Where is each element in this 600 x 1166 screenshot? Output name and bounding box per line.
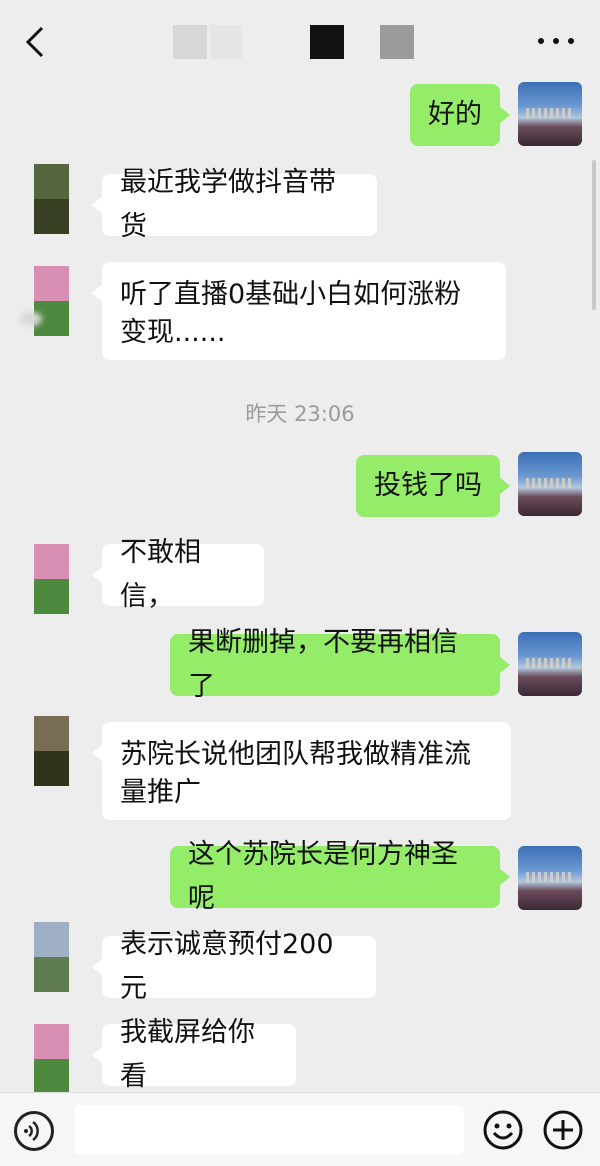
emoji-button[interactable]	[482, 1109, 524, 1151]
avatar-bottom	[34, 957, 69, 992]
avatar[interactable]	[518, 82, 582, 146]
avatar[interactable]	[518, 632, 582, 696]
chat-title-redacted	[170, 24, 420, 60]
message-text: 好的	[428, 99, 482, 130]
redaction-block	[310, 25, 344, 59]
more-button[interactable]	[536, 30, 576, 52]
message-bubble-incoming[interactable]: 听了直播0基础小白如何涨粉变现......	[92, 262, 506, 360]
redaction-block	[210, 25, 242, 59]
voice-button[interactable]	[14, 1111, 54, 1151]
avatar-top	[34, 164, 69, 199]
avatar-bottom	[34, 1059, 69, 1094]
message-bubble-outgoing[interactable]: 果断删掉，不要再相信了	[170, 627, 510, 702]
message-text: 表示诚意预付200元	[120, 929, 334, 1004]
avatar-photo	[518, 452, 582, 516]
back-button[interactable]	[20, 24, 50, 60]
input-bar	[0, 1092, 600, 1166]
avatar[interactable]	[34, 922, 69, 992]
message-bubble-outgoing[interactable]: 投钱了吗	[356, 455, 510, 517]
message-text: 果断删掉，不要再相信了	[188, 627, 458, 702]
redaction-block	[173, 25, 207, 59]
avatar-top	[34, 716, 69, 751]
avatar[interactable]	[518, 452, 582, 516]
avatar-bottom	[34, 199, 69, 234]
message-text: 最近我学做抖音带货	[120, 167, 336, 242]
message-text: 不敢相信，	[120, 537, 201, 612]
scrollbar[interactable]	[592, 160, 596, 310]
avatar[interactable]	[34, 266, 69, 336]
message-text: 投钱了吗	[374, 470, 482, 501]
message-bubble-incoming[interactable]: 最近我学做抖音带货	[92, 167, 377, 242]
more-horizontal-icon	[538, 38, 544, 44]
avatar-top	[34, 544, 69, 579]
avatar-top	[34, 266, 69, 301]
plus-icon	[543, 1110, 583, 1150]
timestamp: 昨天 23:06	[245, 402, 355, 426]
avatar[interactable]	[518, 846, 582, 910]
avatar-top	[34, 922, 69, 957]
message-bubble-incoming[interactable]: 表示诚意预付200元	[92, 929, 376, 1004]
more-horizontal-icon	[553, 38, 559, 44]
avatar-top	[34, 1024, 69, 1059]
emoji-icon	[483, 1110, 523, 1150]
blur-artifact	[20, 312, 42, 326]
chat-header	[0, 0, 600, 84]
more-horizontal-icon	[568, 38, 574, 44]
message-bubble-outgoing[interactable]: 好的	[410, 84, 510, 146]
avatar-bottom	[34, 751, 69, 786]
redaction-block	[380, 25, 414, 59]
avatar-bottom	[34, 579, 69, 614]
message-bubble-incoming[interactable]: 我截屏给你看	[92, 1017, 296, 1092]
avatar[interactable]	[34, 164, 69, 234]
avatar-photo	[518, 846, 582, 910]
avatar-photo	[518, 632, 582, 696]
message-input[interactable]	[74, 1105, 464, 1155]
plus-button[interactable]	[542, 1109, 584, 1151]
message-text: 听了直播0基础小白如何涨粉变现......	[120, 279, 462, 348]
chevron-left-icon	[25, 26, 44, 58]
avatar[interactable]	[34, 716, 69, 786]
message-bubble-outgoing[interactable]: 这个苏院长是何方神圣呢	[170, 839, 510, 914]
message-bubble-incoming[interactable]: 不敢相信，	[92, 537, 264, 612]
message-text: 我截屏给你看	[120, 1017, 255, 1092]
avatar-photo	[518, 82, 582, 146]
avatar[interactable]	[34, 544, 69, 614]
message-bubble-incoming[interactable]: 苏院长说他团队帮我做精准流量推广	[92, 722, 511, 820]
message-text: 苏院长说他团队帮我做精准流量推广	[120, 739, 471, 808]
message-text: 这个苏院长是何方神圣呢	[188, 839, 458, 914]
voice-icon	[24, 1120, 39, 1142]
avatar[interactable]	[34, 1024, 69, 1094]
